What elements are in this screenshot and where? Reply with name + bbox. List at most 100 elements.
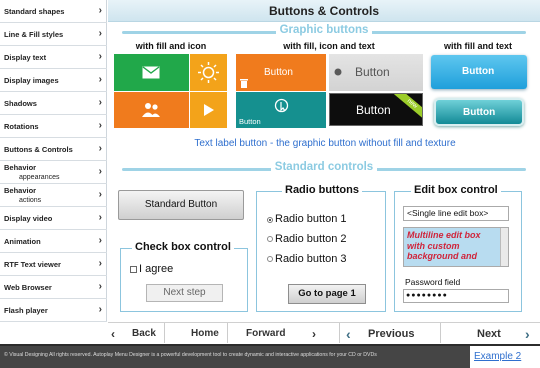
chevron-left-icon: ‹ <box>346 326 351 342</box>
sidebar-item-label: RTF Text viewer <box>4 260 61 269</box>
footer: © Visual Designing All rights reserved. … <box>0 344 540 368</box>
checkbox-legend: Check box control <box>132 241 234 253</box>
button-label: Button <box>264 67 293 78</box>
radio-label: Radio button 1 <box>275 213 347 225</box>
chevron-left-icon: ‹ <box>111 327 115 341</box>
sidebar-item-behavior-actions[interactable]: Behavior actions › <box>0 184 107 207</box>
sidebar-item-rtf-viewer[interactable]: RTF Text viewer › <box>0 253 107 276</box>
sidebar-item-label: Display video <box>4 214 53 223</box>
sidebar-item-web-browser[interactable]: Web Browser › <box>0 276 107 299</box>
password-field[interactable]: ●●●●●●●● <box>403 289 509 303</box>
sidebar-item-animation[interactable]: Animation › <box>0 230 107 253</box>
mail-tile-button[interactable] <box>114 54 189 91</box>
sidebar-item-label: Line & Fill styles <box>4 30 64 39</box>
button-label: Button <box>463 107 496 118</box>
cursor-icon <box>274 98 289 113</box>
new-badge: new <box>394 94 422 120</box>
sidebar-item-label: Display text <box>4 53 47 62</box>
gray-button[interactable]: Button <box>329 54 423 91</box>
graphic-buttons-section: Graphic buttons <box>108 24 540 38</box>
teal-icon-button[interactable]: Button <box>236 92 326 128</box>
teal-rounded-button[interactable]: Button <box>434 98 524 126</box>
sidebar-item-display-images[interactable]: Display images › <box>0 69 107 92</box>
chevron-right-icon: › <box>98 120 102 131</box>
edit-legend: Edit box control <box>411 184 501 196</box>
sidebar-item-buttons-controls[interactable]: Buttons & Controls › <box>0 138 107 161</box>
single-line-edit[interactable]: <Single line edit box> <box>403 206 509 221</box>
example-link[interactable]: Example 2 <box>474 351 521 362</box>
sidebar-item-behavior-appearances[interactable]: Behavior appearances › <box>0 161 107 184</box>
radio-label: Radio button 3 <box>275 253 347 265</box>
example-link-bg: Example 2 <box>470 346 540 368</box>
sidebar-item-sublabel: actions <box>19 197 42 204</box>
black-button[interactable]: Button new <box>329 93 423 126</box>
sidebar-item-label: Animation <box>4 237 41 246</box>
standard-button[interactable]: Standard Button <box>118 190 244 220</box>
chevron-right-icon: › <box>98 143 102 154</box>
trash-icon <box>240 79 248 88</box>
navigation-bar: ‹ Back Home Forward › ‹ Previous Next › <box>108 322 540 344</box>
chevron-right-icon: › <box>98 166 102 177</box>
next-step-button[interactable]: Next step <box>146 284 223 302</box>
play-icon <box>204 104 214 116</box>
page-title: Buttons & Controls <box>108 0 540 22</box>
sidebar-item-shadows[interactable]: Shadows › <box>0 92 107 115</box>
standard-controls-section: Standard controls <box>108 161 540 175</box>
sidebar-item-label: Behavior <box>4 163 37 172</box>
sidebar-item-display-text[interactable]: Display text › <box>0 46 107 69</box>
chevron-right-icon: › <box>98 281 102 292</box>
radio-2[interactable] <box>267 236 273 242</box>
sidebar-item-label: Flash player <box>4 306 48 315</box>
sidebar-item-standard-shapes[interactable]: Standard shapes › <box>0 0 107 23</box>
people-tile-button[interactable] <box>114 92 189 128</box>
sidebar-item-label: Buttons & Controls <box>4 145 73 154</box>
chevron-right-icon: › <box>98 212 102 223</box>
agree-checkbox[interactable] <box>130 266 137 273</box>
radio-legend: Radio buttons <box>282 184 362 196</box>
sidebar-item-flash-player[interactable]: Flash player › <box>0 299 107 322</box>
go-to-page-button[interactable]: Go to page 1 <box>288 284 366 304</box>
next-button[interactable]: Next <box>477 323 501 345</box>
button-label: Button <box>239 117 261 126</box>
home-button[interactable]: Home <box>191 323 219 345</box>
button-label: Button <box>355 65 390 79</box>
multiline-edit[interactable]: Multiline edit box with custom backgroun… <box>403 227 509 267</box>
sidebar-item-label: Standard shapes <box>4 7 65 16</box>
sidebar-item-label: Shadows <box>4 99 37 108</box>
mail-icon <box>142 66 160 79</box>
column-heading: with fill and text <box>443 41 512 51</box>
section-title: Standard controls <box>270 161 378 173</box>
chevron-right-icon: › <box>312 327 316 341</box>
column-heading: with fill, icon and text <box>283 41 375 51</box>
sidebar-item-display-video[interactable]: Display video › <box>0 207 107 230</box>
button-label: Button <box>356 103 391 117</box>
chevron-right-icon: › <box>98 28 102 39</box>
chevron-right-icon: › <box>525 326 530 342</box>
sidebar-item-label: Web Browser <box>4 283 52 292</box>
chevron-right-icon: › <box>98 97 102 108</box>
section-title: Graphic buttons <box>275 24 373 36</box>
sidebar-item-label: Display images <box>4 76 59 85</box>
text-label-button[interactable]: Text label button - the graphic button w… <box>160 138 490 149</box>
orange-button[interactable]: Button <box>236 54 326 91</box>
blue-button[interactable]: Button <box>431 55 527 89</box>
radio-1[interactable] <box>267 217 273 223</box>
previous-button[interactable]: Previous <box>368 323 414 345</box>
sun-tile-button[interactable] <box>190 54 227 91</box>
sidebar-item-sublabel: appearances <box>19 174 60 181</box>
scrollbar[interactable] <box>500 228 508 266</box>
radio-3[interactable] <box>267 256 273 262</box>
password-label: Password field <box>405 277 461 287</box>
sidebar-item-line-fill[interactable]: Line & Fill styles › <box>0 23 107 46</box>
back-button[interactable]: Back <box>132 323 156 345</box>
sidebar-item-rotations[interactable]: Rotations › <box>0 115 107 138</box>
button-label: Button <box>462 66 495 77</box>
agree-label: I agree <box>139 263 174 275</box>
column-heading: with fill and icon <box>135 41 207 51</box>
sidebar-item-label: Rotations <box>4 122 39 131</box>
multiline-text: Multiline edit box with custom backgroun… <box>407 230 481 261</box>
copyright-text: © Visual Designing All rights reserved. … <box>4 352 377 358</box>
play-tile-button[interactable] <box>190 92 227 128</box>
forward-button[interactable]: Forward <box>246 323 285 345</box>
chevron-right-icon: › <box>98 74 102 85</box>
